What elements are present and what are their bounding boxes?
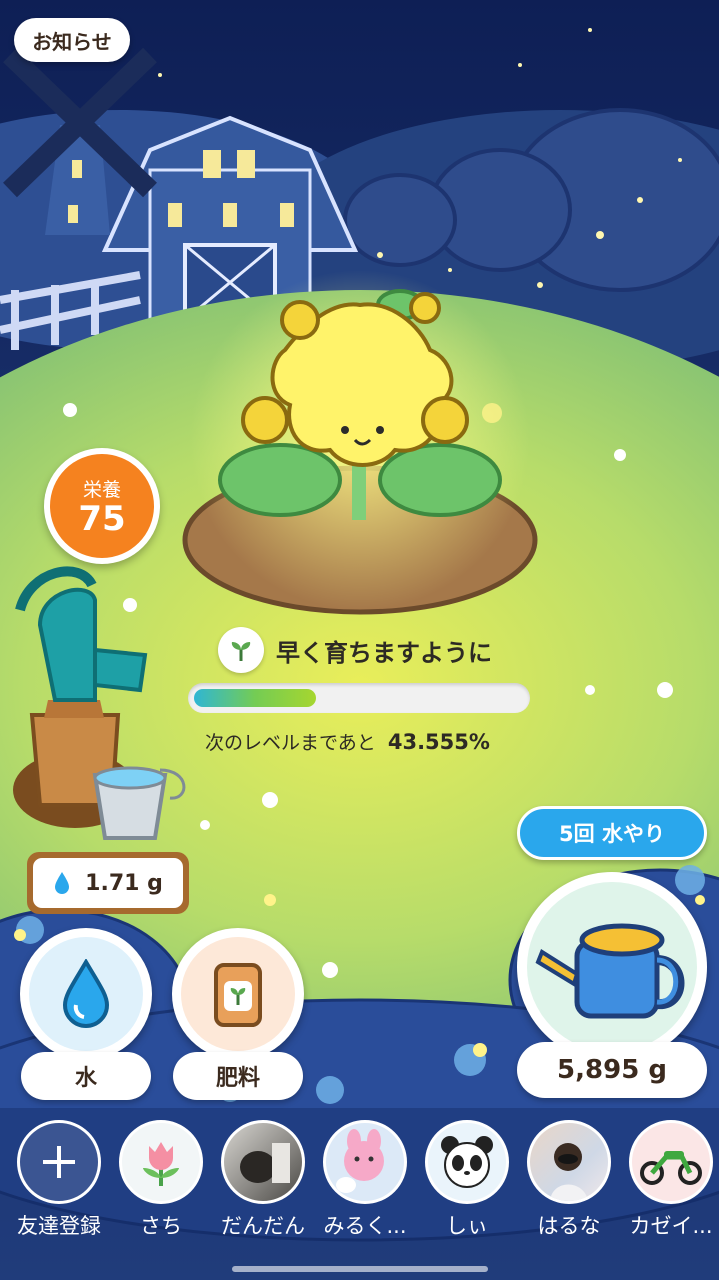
plant-goal: 早く育ちますように <box>218 627 492 673</box>
plus-icon <box>43 1146 75 1178</box>
friend-haruna[interactable]: はるな <box>521 1120 617 1240</box>
friend-name: みるく... <box>323 1214 407 1238</box>
friend-kazei[interactable]: カゼイ... <box>623 1120 719 1240</box>
nutrition-badge: 栄養 75 <box>44 448 160 564</box>
friend-name: だんだん <box>221 1214 305 1238</box>
add-friend-button[interactable]: 友達登録 <box>11 1120 107 1240</box>
home-indicator <box>232 1266 488 1272</box>
watering-can-amount: 5,895 g <box>557 1055 667 1085</box>
friend-shii[interactable]: しぃ <box>419 1120 515 1240</box>
goal-text: 早く育ちますように <box>276 638 492 667</box>
nutrition-value: 75 <box>78 498 126 539</box>
water-button[interactable]: 水 <box>18 928 154 1100</box>
friend-dandan[interactable]: だんだん <box>215 1120 311 1240</box>
water-drop-icon <box>62 959 110 1028</box>
friend-sachi[interactable]: さち <box>113 1120 209 1240</box>
water-stock-display: 1.71 g <box>27 852 189 914</box>
friend-name: カゼイ... <box>629 1214 713 1238</box>
sprout-icon <box>218 627 264 673</box>
progress-prefix: 次のレベルまであと <box>205 732 376 754</box>
fertilizer-button-label: 肥料 <box>215 1066 260 1091</box>
watering-can-icon <box>535 923 685 1019</box>
repeat-watering-label: 5回 水やり <box>559 822 665 846</box>
friend-miruku[interactable]: みるく... <box>317 1120 413 1240</box>
tulip-icon <box>143 1142 179 1186</box>
nutrition-label: 栄養 <box>82 478 121 501</box>
progress-value: 43.555% <box>387 730 490 754</box>
photo-avatar <box>240 1143 290 1183</box>
photo-avatar <box>550 1143 588 1201</box>
watering-can-button[interactable]: 5,895 g <box>517 872 707 1098</box>
fertilizer-button[interactable]: 肥料 <box>170 928 306 1100</box>
level-progress-bar <box>188 683 530 713</box>
friend-name: しぃ <box>446 1214 488 1238</box>
friend-name: 友達登録 <box>17 1214 101 1238</box>
water-stock-amount: 1.71 g <box>85 870 163 896</box>
motorcycle-avatar <box>640 1151 702 1185</box>
friend-name: さち <box>140 1214 182 1238</box>
friend-name: はるな <box>537 1214 601 1238</box>
bunny-avatar <box>336 1129 384 1193</box>
fertilizer-bag-icon <box>214 963 262 1027</box>
notice-button[interactable]: お知らせ <box>14 18 130 62</box>
water-button-label: 水 <box>74 1066 97 1091</box>
progress-text: 次のレベルまであと 43.555% <box>205 728 490 755</box>
panda-avatar <box>441 1136 493 1188</box>
notice-label: お知らせ <box>32 29 112 54</box>
repeat-watering-button[interactable]: 5回 水やり <box>517 806 707 860</box>
water-drop-icon <box>53 871 71 895</box>
level-progress-fill <box>194 689 316 707</box>
